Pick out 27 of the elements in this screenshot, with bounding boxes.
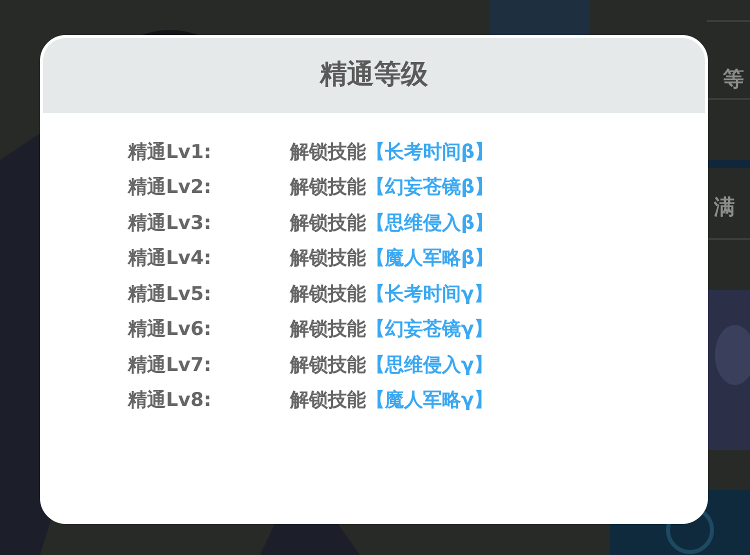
unlock-label: 解锁技能 <box>290 175 366 200</box>
mastery-level-label: 精通Lv3: <box>128 210 212 236</box>
unlock-label: 解锁技能 <box>290 352 366 378</box>
skill-name: 【长考时间β】 <box>366 140 494 164</box>
mastery-level-label: 精通Lv5: <box>128 282 212 306</box>
skill-name: 【幻妄苍镜γ】 <box>366 317 493 342</box>
unlock-label: 解锁技能 <box>290 210 366 236</box>
mastery-level-label: 精通Lv4: <box>128 246 212 271</box>
background-label: 满 <box>714 194 735 221</box>
unlock-label: 解锁技能 <box>290 317 366 342</box>
mastery-level-label: 精通Lv8: <box>128 388 212 413</box>
unlock-label: 解锁技能 <box>290 246 366 271</box>
background-label: 等 <box>723 66 744 93</box>
mastery-level-label: 精通Lv6: <box>128 317 212 342</box>
mastery-level-label: 精通Lv2: <box>128 175 212 200</box>
skill-name: 【魔人军略β】 <box>366 246 494 271</box>
mastery-level-label: 精通Lv1: <box>128 140 212 164</box>
dialog-title: 精通等级 <box>320 58 428 92</box>
mastery-level-label: 精通Lv7: <box>128 352 212 378</box>
skill-name: 【魔人军略γ】 <box>366 388 493 413</box>
skill-name: 【长考时间γ】 <box>366 282 493 306</box>
skill-name: 【幻妄苍镜β】 <box>366 175 494 200</box>
unlock-label: 解锁技能 <box>290 282 366 306</box>
skill-name: 【思维侵入β】 <box>366 210 494 236</box>
unlock-label: 解锁技能 <box>290 140 366 164</box>
unlock-label: 解锁技能 <box>290 388 366 413</box>
skill-name: 【思维侵入γ】 <box>366 352 493 378</box>
